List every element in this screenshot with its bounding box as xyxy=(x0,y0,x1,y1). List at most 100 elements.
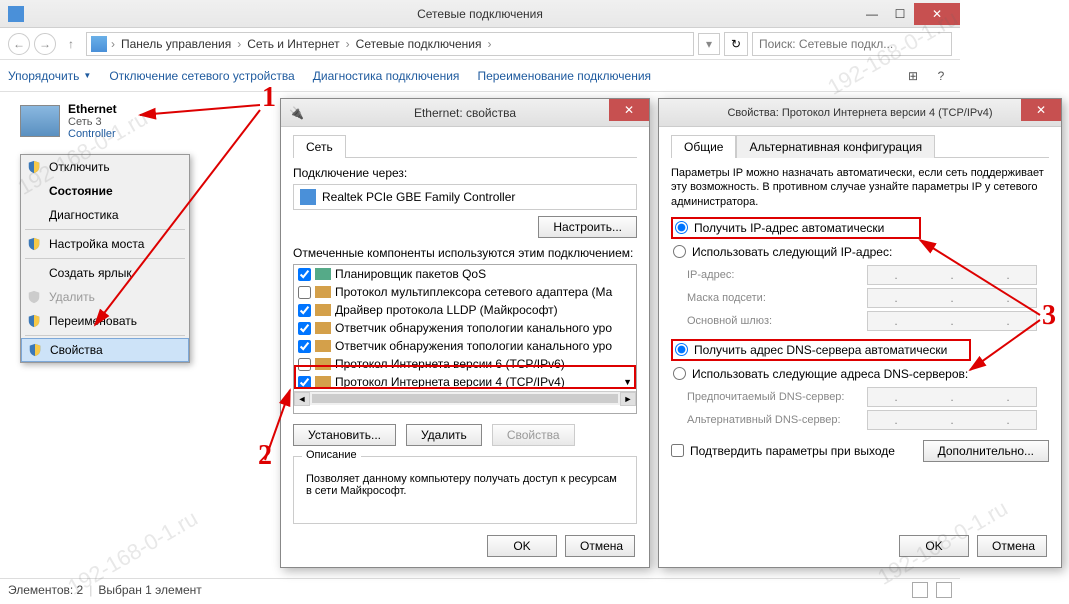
preferred-dns-input: ... xyxy=(867,387,1037,407)
ctx-properties[interactable]: Свойства xyxy=(21,338,189,362)
computer-icon xyxy=(91,36,107,52)
refresh-button[interactable]: ↻ xyxy=(724,32,748,56)
radio-manual-dns[interactable]: Использовать следующие адреса DNS-сервер… xyxy=(671,365,1049,383)
radio-input[interactable] xyxy=(675,343,688,356)
search-input[interactable] xyxy=(752,32,952,56)
tab-strip: Сеть xyxy=(293,135,637,158)
ctx-shortcut[interactable]: Создать ярлык xyxy=(21,261,189,285)
subnet-mask-input: ... xyxy=(867,288,1037,308)
view-button[interactable]: ⊞ xyxy=(902,65,924,87)
subnet-mask-label: Маска подсети: xyxy=(687,292,867,304)
radio-auto-ip[interactable]: Получить IP-адрес автоматически xyxy=(671,217,921,239)
chevron-right-icon: › xyxy=(346,37,350,51)
separator xyxy=(25,335,185,336)
chevron-right-icon: › xyxy=(111,37,115,51)
tab-general[interactable]: Общие xyxy=(671,135,736,158)
component-checkbox[interactable] xyxy=(298,268,311,281)
cancel-button[interactable]: Отмена xyxy=(977,535,1047,557)
address-bar: ← → ↑ › Панель управления › Сеть и Интер… xyxy=(0,28,960,60)
radio-input[interactable] xyxy=(675,221,688,234)
tiles-view-button[interactable] xyxy=(936,582,952,598)
radio-auto-dns[interactable]: Получить адрес DNS-сервера автоматически xyxy=(671,339,971,361)
connection-label: Подключение через: xyxy=(293,166,637,180)
cancel-button[interactable]: Отмена xyxy=(565,535,635,557)
adapter-icon xyxy=(300,189,316,205)
breadcrumb-item[interactable]: Панель управления xyxy=(119,37,233,51)
forward-button[interactable]: → xyxy=(34,33,56,55)
advanced-button[interactable]: Дополнительно... xyxy=(923,440,1049,462)
component-icon xyxy=(315,286,331,298)
radio-input[interactable] xyxy=(673,245,686,258)
ctx-bridge[interactable]: Настройка моста xyxy=(21,232,189,256)
selection-count: Выбран 1 элемент xyxy=(98,583,201,597)
diagnose-button[interactable]: Диагностика подключения xyxy=(313,69,460,83)
organize-menu[interactable]: Упорядочить▼ xyxy=(8,69,91,83)
scroll-thumb[interactable] xyxy=(312,394,618,403)
dialog-title: Свойства: Протокол Интернета версии 4 (T… xyxy=(727,107,992,119)
checkbox[interactable] xyxy=(671,444,684,457)
shield-icon xyxy=(27,314,41,328)
components-list[interactable]: Планировщик пакетов QoS Протокол мультип… xyxy=(293,264,637,414)
breadcrumb-item[interactable]: Сетевые подключения xyxy=(354,37,484,51)
up-button[interactable]: ↑ xyxy=(60,33,82,55)
chevron-right-icon: › xyxy=(487,37,491,51)
close-button[interactable]: ✕ xyxy=(1021,99,1061,121)
adapter-network: Сеть 3 xyxy=(68,116,117,128)
annotation-number-1: 1 xyxy=(262,82,276,114)
breadcrumb-item[interactable]: Сеть и Интернет xyxy=(245,37,341,51)
network-icon: 🔌 xyxy=(289,106,304,120)
component-icon xyxy=(315,304,331,316)
properties-button[interactable]: Свойства xyxy=(492,424,575,446)
minimize-button[interactable]: — xyxy=(858,3,886,25)
scroll-left-button[interactable]: ◄ xyxy=(294,392,310,406)
scroll-right-button[interactable]: ► xyxy=(620,392,636,406)
ctx-rename[interactable]: Переименовать xyxy=(21,309,189,333)
tab-alternative[interactable]: Альтернативная конфигурация xyxy=(736,135,935,158)
component-item[interactable]: Ответчик обнаружения топологии канальног… xyxy=(294,319,636,337)
tab-network[interactable]: Сеть xyxy=(293,135,346,158)
details-view-button[interactable] xyxy=(912,582,928,598)
horizontal-scrollbar[interactable]: ◄ ► xyxy=(294,391,636,405)
component-checkbox[interactable] xyxy=(298,340,311,353)
component-checkbox[interactable] xyxy=(298,286,311,299)
component-icon xyxy=(315,340,331,352)
ctx-disable[interactable]: Отключить xyxy=(21,155,189,179)
ethernet-properties-dialog: 🔌 Ethernet: свойства ✕ Сеть Подключение … xyxy=(280,98,650,568)
item-count: Элементов: 2 xyxy=(8,583,83,597)
adapter-name: Ethernet xyxy=(68,102,117,116)
radio-input[interactable] xyxy=(673,367,686,380)
components-label: Отмеченные компоненты используются этим … xyxy=(293,246,637,260)
ctx-diagnose[interactable]: Диагностика xyxy=(21,203,189,227)
ctx-status[interactable]: Состояние xyxy=(21,179,189,203)
component-icon xyxy=(315,322,331,334)
ok-button[interactable]: OK xyxy=(487,535,557,557)
ok-button[interactable]: OK xyxy=(899,535,969,557)
separator xyxy=(25,258,185,259)
radio-manual-ip[interactable]: Использовать следующий IP-адрес: xyxy=(671,243,1049,261)
confirm-on-exit[interactable]: Подтвердить параметры при выходе Дополни… xyxy=(671,440,1049,462)
back-button[interactable]: ← xyxy=(8,33,30,55)
close-button[interactable]: ✕ xyxy=(914,3,960,25)
ethernet-adapter-item[interactable]: Ethernet Сеть 3 Controller xyxy=(20,102,117,140)
ctx-delete[interactable]: Удалить xyxy=(21,285,189,309)
configure-button[interactable]: Настроить... xyxy=(538,216,637,238)
breadcrumb[interactable]: › Панель управления › Сеть и Интернет › … xyxy=(86,32,694,56)
uninstall-button[interactable]: Удалить xyxy=(406,424,482,446)
component-checkbox[interactable] xyxy=(298,322,311,335)
install-button[interactable]: Установить... xyxy=(293,424,396,446)
maximize-button[interactable]: ☐ xyxy=(886,3,914,25)
component-item[interactable]: Планировщик пакетов QoS xyxy=(294,265,636,283)
component-checkbox[interactable] xyxy=(298,304,311,317)
component-item[interactable]: Протокол мультиплексора сетевого адаптер… xyxy=(294,283,636,301)
description-label: Описание xyxy=(302,449,361,461)
help-button[interactable]: ? xyxy=(930,65,952,87)
annotation-number-2: 2 xyxy=(258,440,272,472)
close-button[interactable]: ✕ xyxy=(609,99,649,121)
component-item[interactable]: Драйвер протокола LLDP (Майкрософт) xyxy=(294,301,636,319)
ip-address-label: IP-адрес: xyxy=(687,269,867,281)
disable-device-button[interactable]: Отключение сетевого устройства xyxy=(109,69,294,83)
rename-button[interactable]: Переименование подключения xyxy=(477,69,651,83)
titlebar: Сетевые подключения — ☐ ✕ xyxy=(0,0,960,28)
dropdown-button[interactable]: ▾ xyxy=(698,33,720,55)
component-item[interactable]: Ответчик обнаружения топологии канальног… xyxy=(294,337,636,355)
